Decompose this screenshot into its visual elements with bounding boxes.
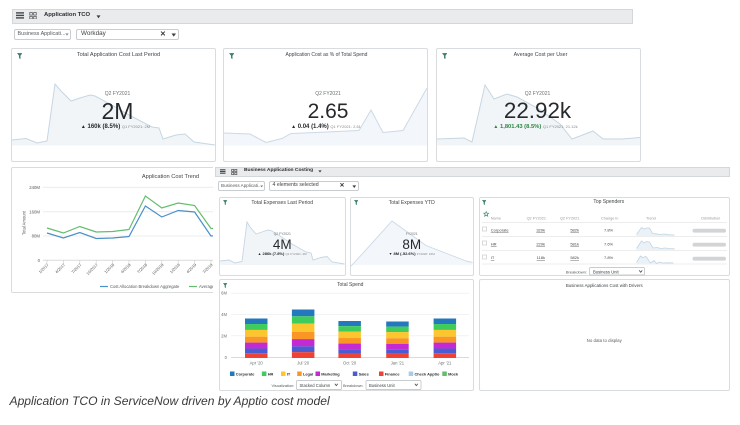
svg-text:Change in: Change in [601, 216, 618, 220]
svg-text:Q2 FY2021: Q2 FY2021 [526, 216, 545, 220]
svg-text:Finance: Finance [385, 372, 401, 377]
svg-text:Jan '21: Jan '21 [391, 361, 405, 366]
svg-text:7.6%: 7.6% [604, 241, 614, 246]
svg-text:Corporate: Corporate [490, 227, 509, 232]
svg-text:Visualization:: Visualization: [272, 383, 295, 388]
svg-text:160M: 160M [29, 209, 40, 214]
svg-text:Name: Name [490, 216, 500, 220]
svg-text:1/2019: 1/2019 [169, 262, 182, 275]
svg-text:Total Amount: Total Amount [22, 210, 27, 235]
svg-text:Cost Allocation Breakdown Aggr: Cost Allocation Breakdown Aggregate [110, 284, 180, 289]
svg-text:Business Unit: Business Unit [593, 269, 619, 274]
svg-text:HR: HR [490, 241, 496, 246]
svg-text:10/2017: 10/2017 [85, 262, 99, 276]
svg-text:Q2 FY2021: Q2 FY2021 [559, 216, 578, 220]
svg-text:7.8%: 7.8% [604, 255, 614, 260]
svg-text:7.8%: 7.8% [604, 227, 614, 232]
svg-text:IT: IT [287, 372, 291, 377]
svg-text:229k: 229k [536, 241, 545, 246]
svg-text:0: 0 [225, 355, 228, 360]
svg-text:329k: 329k [536, 227, 545, 232]
svg-text:Mock: Mock [448, 372, 459, 377]
svg-text:HR: HR [268, 372, 274, 377]
svg-text:Check Apptio: Check Apptio [415, 372, 441, 377]
svg-text:7/2018: 7/2018 [136, 262, 149, 275]
svg-text:Corporate: Corporate [236, 372, 255, 377]
svg-text:4/2017: 4/2017 [54, 262, 67, 275]
svg-text:1/2017: 1/2017 [38, 262, 51, 275]
svg-text:4M: 4M [221, 312, 227, 317]
svg-text:Apr '20: Apr '20 [250, 361, 264, 366]
svg-text:0: 0 [38, 258, 41, 263]
svg-text:Trend: Trend [646, 216, 656, 220]
svg-text:Business Unit: Business Unit [369, 383, 395, 388]
svg-text:Breakdown:: Breakdown: [565, 269, 586, 274]
svg-text:Oct '20: Oct '20 [343, 361, 357, 366]
svg-text:Jul '20: Jul '20 [297, 361, 310, 366]
svg-text:Legal: Legal [303, 372, 313, 377]
svg-text:2M: 2M [221, 333, 227, 338]
svg-text:Apr '21: Apr '21 [438, 361, 452, 366]
svg-text:Stacked Column: Stacked Column [300, 383, 331, 388]
svg-text:80M: 80M [32, 234, 41, 239]
svg-text:6M: 6M [221, 291, 227, 296]
svg-text:IT: IT [490, 255, 494, 260]
svg-text:Distribution: Distribution [701, 216, 720, 220]
svg-text:Breakdown:: Breakdown: [343, 383, 364, 388]
svg-text:4/2018: 4/2018 [120, 262, 133, 275]
svg-text:Marketing: Marketing [321, 372, 340, 377]
svg-text:582k: 582k [570, 255, 579, 260]
svg-text:10/2018: 10/2018 [151, 262, 165, 276]
svg-text:240M: 240M [29, 185, 40, 190]
svg-text:1/2018: 1/2018 [103, 262, 116, 275]
svg-text:581k: 581k [570, 241, 579, 246]
svg-text:582k: 582k [570, 227, 579, 232]
svg-text:Sales: Sales [359, 372, 369, 377]
svg-text:118k: 118k [536, 255, 544, 260]
svg-text:7/2017: 7/2017 [70, 262, 83, 275]
svg-text:4/2019: 4/2019 [185, 262, 198, 275]
